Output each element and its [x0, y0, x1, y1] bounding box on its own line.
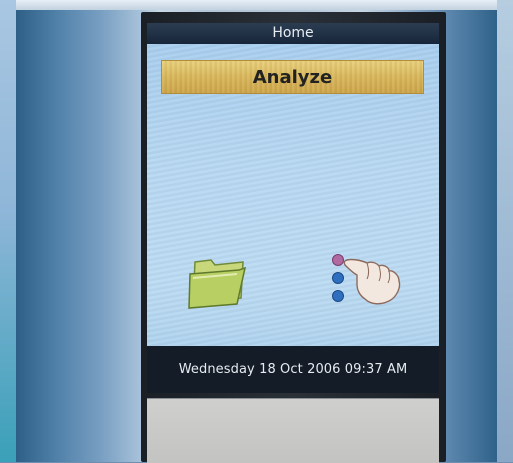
background-left-edge: [0, 0, 16, 462]
datetime-status-bar: Wednesday 18 Oct 2006 09:37 AM: [147, 346, 439, 393]
screen-title: Home: [147, 23, 439, 44]
device-top-rim: [16, 0, 497, 10]
hand-menu-icon[interactable]: [331, 251, 407, 311]
folder-icon[interactable]: [187, 256, 251, 310]
device-screen: Home Analyze Wednesday 18 Oct 2006 09:37…: [147, 23, 439, 393]
device-lower-panel: [147, 398, 439, 463]
background-right-edge: [497, 0, 513, 462]
analyze-button[interactable]: Analyze: [161, 60, 424, 94]
